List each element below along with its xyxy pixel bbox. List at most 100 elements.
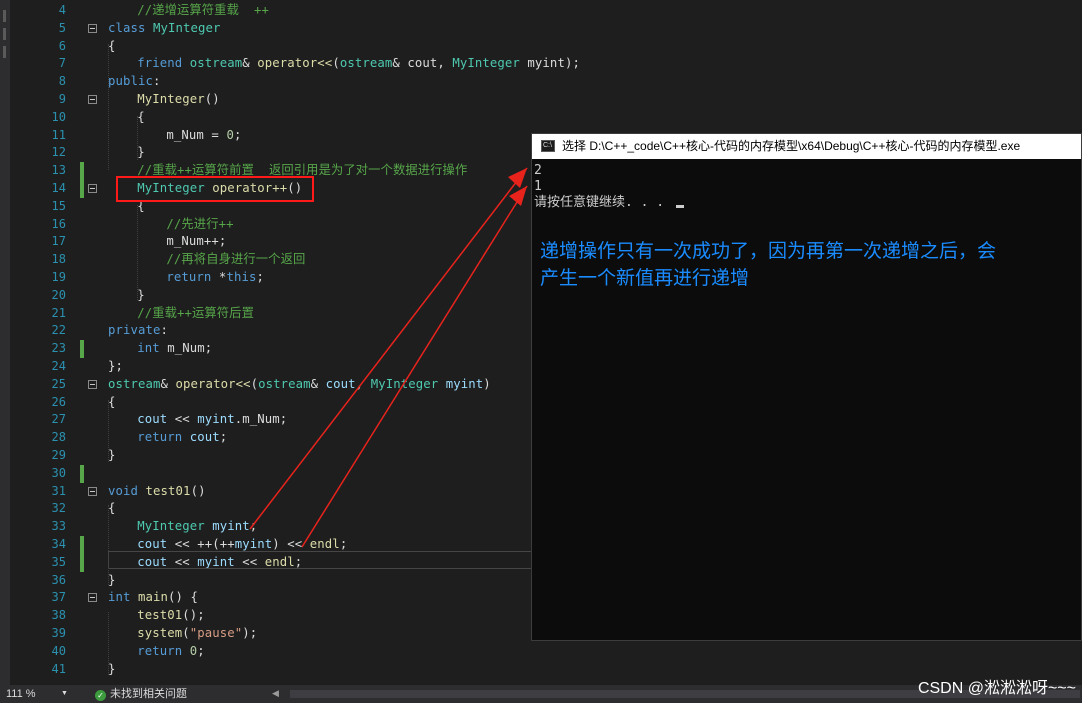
code-token: ( [332, 56, 340, 71]
indent-guide [137, 116, 138, 160]
code-token: (); [182, 608, 205, 623]
code-text: } [137, 287, 145, 305]
line-number: 27 [51, 412, 66, 427]
code-text: //再将自身进行一个返回 [166, 251, 305, 269]
console-title-bar[interactable]: C:\ 选择 D:\C++_code\C++核心-代码的内存模型\x64\Deb… [532, 134, 1081, 159]
code-token: cout [325, 376, 356, 391]
code-token: //再将自身进行一个返回 [166, 252, 306, 267]
code-line[interactable]: friend ostream& operator<<(ostream& cout… [70, 55, 1082, 73]
code-token: myint [445, 376, 484, 391]
collapse-icon[interactable] [88, 23, 97, 33]
code-token: () [204, 92, 220, 106]
line-number: 31 [51, 483, 66, 498]
code-token: friend [137, 56, 190, 71]
collapse-icon[interactable] [88, 379, 97, 389]
code-text: MyInteger myint; [137, 518, 257, 536]
code-text: void test01() [108, 483, 206, 501]
code-token: MyInteger [370, 376, 439, 391]
console-window[interactable]: C:\ 选择 D:\C++_code\C++核心-代码的内存模型\x64\Deb… [531, 133, 1082, 641]
collapse-icon[interactable] [88, 95, 97, 104]
indent-guide [137, 205, 138, 300]
check-circle-icon: ✓ [95, 690, 106, 701]
code-token: MyInteger [137, 92, 205, 106]
line-number: 37 [51, 590, 66, 605]
code-token: myint [234, 537, 273, 551]
code-token: & cout, [392, 56, 453, 71]
code-token: ; [219, 430, 228, 445]
issues-indicator[interactable]: ✓ 未找到相关问题 [95, 685, 187, 703]
code-token: //递增运算符重载 ++ [137, 3, 269, 17]
line-number: 16 [51, 216, 66, 231]
line-number: 15 [51, 198, 66, 213]
code-token: return [166, 270, 219, 284]
code-token: () [190, 483, 206, 498]
code-token: { [108, 394, 116, 409]
change-marker [80, 180, 84, 198]
code-token: ; [197, 643, 205, 658]
code-token: cout [137, 412, 168, 427]
code-text: m_Num++; [166, 233, 226, 251]
line-number: 36 [51, 572, 66, 587]
code-line[interactable]: MyInteger() [70, 91, 1082, 109]
console-cursor [675, 205, 684, 208]
code-token: ; [339, 537, 348, 551]
code-line[interactable]: public: [70, 73, 1082, 91]
code-line[interactable]: class MyInteger [70, 20, 1082, 38]
change-marker [80, 162, 84, 180]
code-token: ( [182, 626, 190, 640]
code-text: { [137, 109, 145, 127]
code-line[interactable]: return 0; [70, 643, 1082, 661]
code-token: MyInteger [137, 519, 213, 534]
code-token: : [160, 323, 169, 338]
line-number: 8 [58, 74, 66, 89]
code-text: test01(); [137, 607, 205, 625]
code-token: MyInteger [153, 20, 221, 35]
collapse-icon[interactable] [88, 593, 97, 603]
code-text: }; [108, 358, 123, 376]
change-marker [80, 536, 84, 554]
editor-left-margin [0, 0, 10, 685]
code-token: << [167, 412, 198, 427]
line-number: 35 [51, 554, 66, 569]
margin-marker [3, 46, 6, 58]
code-token: ); [242, 626, 258, 640]
code-token: myint [197, 412, 235, 427]
issues-text: 未找到相关问题 [110, 688, 187, 700]
code-line[interactable]: { [70, 109, 1082, 127]
code-line[interactable]: //递增运算符重载 ++ [70, 2, 1082, 20]
code-text: { [108, 394, 116, 412]
line-number: 26 [51, 394, 66, 409]
line-number: 40 [51, 643, 66, 658]
indent-guide [108, 400, 109, 462]
line-number: 14 [51, 181, 66, 195]
code-token: int [137, 341, 168, 356]
code-token: ) << [272, 537, 310, 551]
line-number-gutter: 4 5 6 7 8 9 10 11 12 13 14 15 16 17 18 19 20 21 22 23 24 25 26… [10, 0, 70, 685]
line-number: 7 [58, 56, 66, 71]
line-number: 9 [58, 92, 66, 106]
line-number: 30 [51, 465, 66, 480]
code-token: }; [108, 359, 124, 373]
code-token: , [355, 376, 371, 391]
code-token: MyInteger [452, 56, 520, 71]
code-text: //先进行++ [166, 216, 233, 234]
console-line: 1 [534, 179, 542, 194]
zoom-dropdown[interactable]: 111 % ▼ [6, 685, 70, 703]
line-number: 28 [51, 430, 66, 445]
highlight-box-operator-plusplus [116, 176, 314, 202]
line-number: 22 [51, 323, 66, 338]
line-number: 17 [51, 234, 66, 249]
collapse-icon[interactable] [88, 184, 97, 193]
collapse-icon[interactable] [88, 486, 97, 496]
code-token: test01 [145, 483, 191, 498]
code-token: endl [309, 537, 340, 551]
code-token: ; [233, 127, 242, 142]
line-number: 38 [51, 608, 66, 623]
code-line[interactable]: { [70, 38, 1082, 56]
line-number: 24 [51, 359, 66, 373]
chevron-down-icon: ▼ [61, 690, 68, 697]
line-number: 11 [51, 127, 66, 142]
code-token: ; [256, 270, 264, 284]
scroll-left-icon[interactable]: ◀ [272, 688, 279, 699]
code-token: { [137, 109, 145, 124]
